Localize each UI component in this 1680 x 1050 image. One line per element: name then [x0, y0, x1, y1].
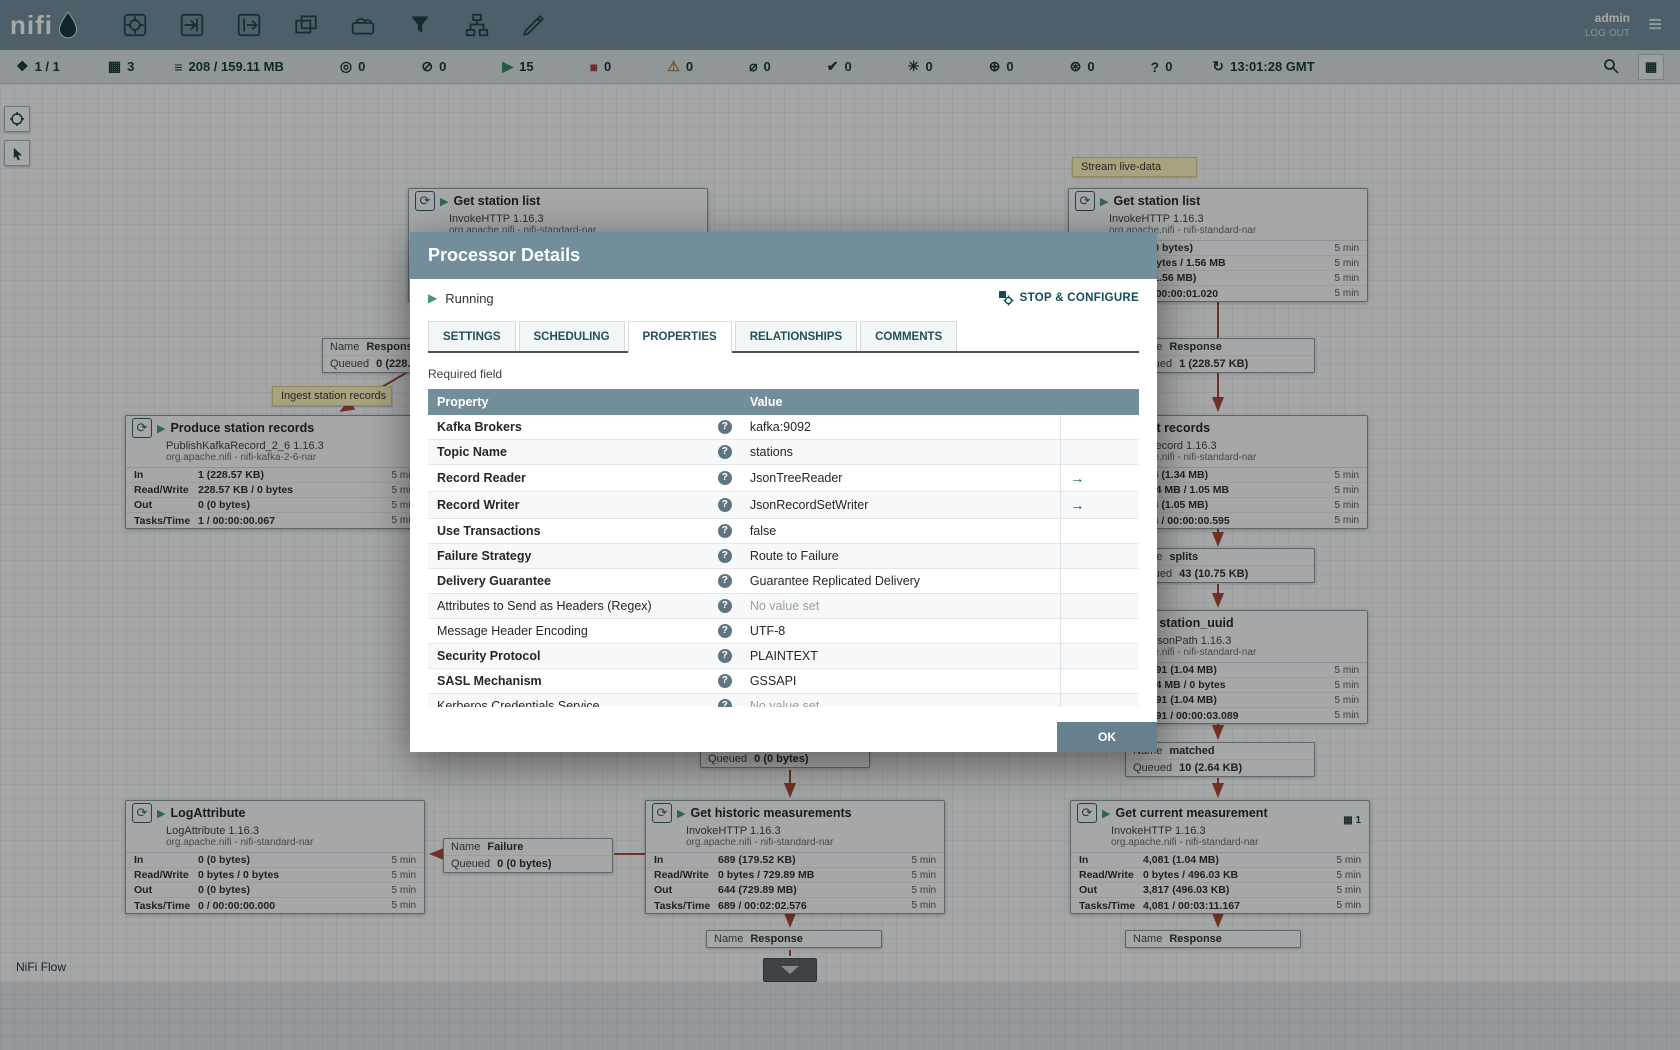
property-value: Route to Failure — [740, 543, 1061, 569]
ok-button[interactable]: OK — [1057, 722, 1157, 752]
required-field-note: Required field — [428, 367, 503, 381]
property-row: ? Attributes to Send as Headers (Regex) N… — [428, 593, 1139, 619]
tab-relationships[interactable]: RELATIONSHIPS — [734, 321, 858, 351]
help-icon[interactable]: ? — [717, 699, 732, 707]
property-name: Attributes to Send as Headers (Regex) — [437, 599, 652, 613]
help-icon[interactable]: ? — [717, 674, 732, 688]
help-icon[interactable]: ? — [717, 649, 732, 663]
property-row: ? Use Transactions false — [428, 518, 1139, 544]
help-icon[interactable]: ? — [717, 471, 732, 485]
property-name: SASL Mechanism — [437, 674, 542, 688]
running-status-icon: ▶ — [428, 291, 438, 305]
help-icon[interactable]: ? — [717, 498, 732, 512]
dialog-title: Processor Details — [410, 232, 1157, 279]
dialog-tabs: SETTINGS SCHEDULING PROPERTIES RELATIONS… — [428, 321, 1139, 353]
help-icon[interactable]: ? — [717, 599, 732, 613]
help-icon[interactable]: ? — [717, 445, 732, 459]
property-row: ? Message Header Encoding UTF-8 — [428, 618, 1139, 644]
stop-and-configure-button[interactable]: STOP & CONFIGURE — [998, 290, 1139, 306]
column-property: Property — [428, 389, 741, 415]
help-icon[interactable]: ? — [717, 574, 732, 588]
column-value: Value — [740, 389, 1139, 415]
tab-comments[interactable]: COMMENTS — [860, 321, 958, 351]
help-icon[interactable]: ? — [717, 549, 732, 563]
processor-details-dialog: Processor Details ▶ Running STOP & CONFI… — [410, 232, 1157, 752]
property-value: stations — [740, 439, 1061, 465]
property-name: Kafka Brokers — [437, 420, 522, 434]
property-row: ? Security Protocol PLAINTEXT — [428, 643, 1139, 669]
property-name: Security Protocol — [437, 649, 541, 663]
run-state-text: Running — [445, 290, 494, 306]
property-row: ? Delivery Guarantee Guarantee Replicated… — [428, 568, 1139, 594]
help-icon[interactable]: ? — [717, 420, 732, 434]
property-value: No value set — [740, 593, 1061, 619]
property-value: JsonTreeReader — [740, 464, 1061, 492]
property-value: GSSAPI — [740, 668, 1061, 694]
property-name: Failure Strategy — [437, 549, 532, 563]
property-name: Kerberos Credentials Service — [437, 699, 600, 707]
property-row: ? Record Writer JsonRecordSetWriter → — [428, 491, 1139, 519]
property-value: JsonRecordSetWriter — [740, 491, 1061, 519]
property-row: ? SASL Mechanism GSSAPI — [428, 668, 1139, 694]
property-row: ? Topic Name stations — [428, 439, 1139, 465]
property-value: PLAINTEXT — [740, 643, 1061, 669]
property-value: Guarantee Replicated Delivery — [740, 568, 1061, 594]
property-name: Topic Name — [437, 445, 507, 459]
go-to-service-icon[interactable]: → — [1070, 470, 1084, 486]
property-value: UTF-8 — [740, 618, 1061, 644]
tab-properties[interactable]: PROPERTIES — [627, 321, 732, 353]
stop-configure-label: STOP & CONFIGURE — [1019, 292, 1139, 304]
property-name: Record Writer — [437, 498, 520, 512]
tab-settings[interactable]: SETTINGS — [428, 321, 516, 351]
dialog-status-row: ▶ Running STOP & CONFIGURE — [410, 279, 1157, 317]
go-to-service-icon[interactable]: → — [1070, 497, 1084, 513]
properties-table: Property Value ? Kafka Brokers kafka:9092… — [428, 389, 1139, 707]
property-row: ? Failure Strategy Route to Failure — [428, 543, 1139, 569]
stop-configure-icon — [998, 291, 1014, 306]
property-value: No value set — [740, 693, 1061, 707]
property-name: Use Transactions — [437, 524, 541, 538]
property-value: kafka:9092 — [740, 415, 1061, 440]
property-row: ? Kafka Brokers kafka:9092 — [428, 415, 1139, 440]
help-icon[interactable]: ? — [717, 524, 732, 538]
property-name: Delivery Guarantee — [437, 574, 551, 588]
tab-scheduling[interactable]: SCHEDULING — [518, 321, 625, 351]
property-name: Message Header Encoding — [437, 624, 588, 638]
property-value: false — [740, 518, 1061, 544]
property-name: Record Reader — [437, 471, 526, 485]
property-row: ? Record Reader JsonTreeReader → — [428, 464, 1139, 492]
help-icon[interactable]: ? — [717, 624, 732, 638]
property-row: ? Kerberos Credentials Service No value s… — [428, 693, 1139, 707]
